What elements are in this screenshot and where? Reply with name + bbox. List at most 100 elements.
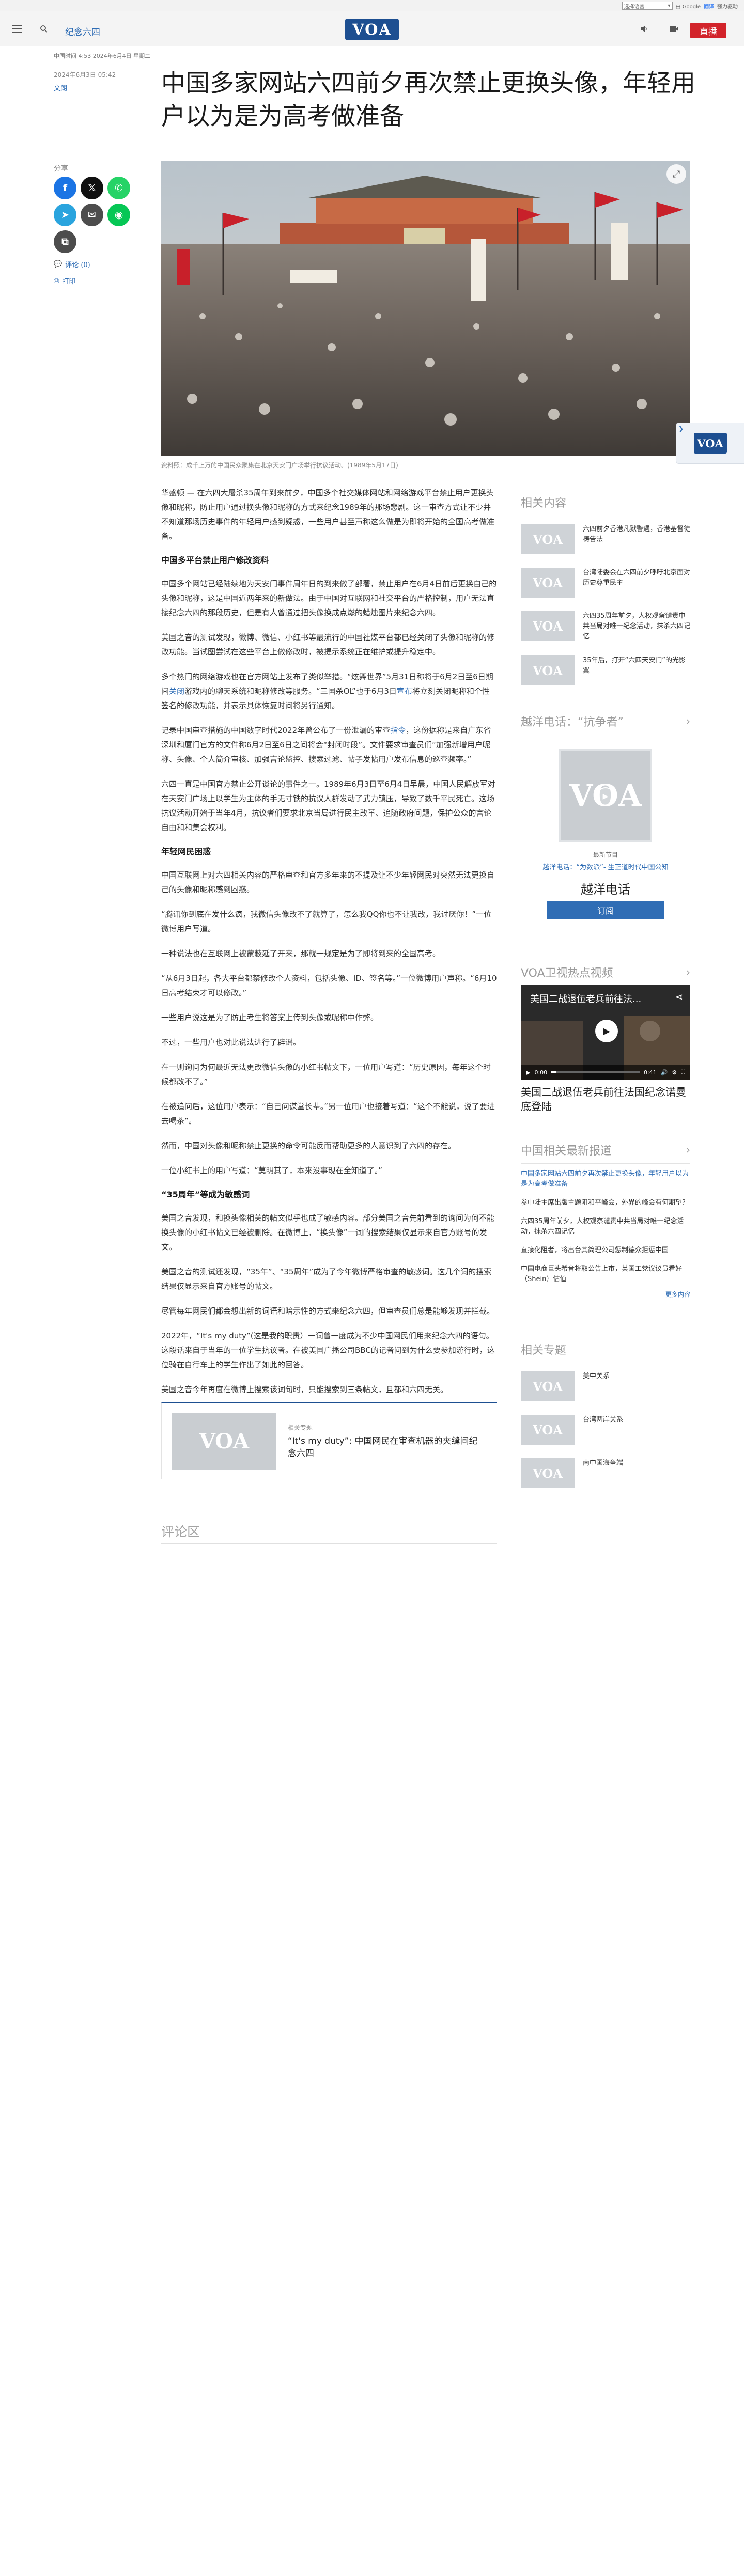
video-icon[interactable] — [669, 24, 680, 34]
latest-item[interactable]: 中国多家网站六四前夕再次禁止更换头像，年轻用户以为是为高考做准备 — [521, 1164, 690, 1193]
video-heading-row: VOA卫视热点视频 › — [521, 964, 690, 986]
paragraph: 在一则询问为何最近无法更改微信头像的小红书帖文下，一位用户写道：“历史原因，每年… — [161, 1063, 491, 1086]
video-heading-label: VOA卫视热点视频 — [521, 967, 613, 980]
print-label: 打印 — [62, 278, 76, 286]
related-item[interactable]: VOA 35年后，打开“六四天安门”的光影翼 — [521, 647, 690, 691]
share-icon[interactable]: ⋖ — [675, 992, 683, 1003]
play-icon[interactable]: ▶ — [596, 787, 615, 806]
chevron-down-icon: ▾ — [668, 3, 671, 9]
share-buttons: f 𝕏 ✆ ➤ ✉ ◉ ⧉ — [54, 177, 136, 253]
video-heading[interactable]: VOA卫视热点视频 › — [521, 964, 690, 986]
expand-icon[interactable]: ⤢ — [667, 164, 686, 184]
article-body: 华盛顿 — 在六四大屠杀35周年到来前夕，中国多个社交媒体网站和网络游戏平台禁止… — [161, 486, 497, 1407]
latest-item[interactable]: 直接化阻者，将出台其简理公司惩制德众拒惩中国 — [521, 1240, 690, 1259]
language-select[interactable]: 选择语言 ▾ — [622, 2, 673, 10]
tiananmen-crowd-image — [161, 161, 690, 456]
volume-icon[interactable]: 🔊 — [661, 1069, 668, 1076]
video-progress-track[interactable] — [551, 1071, 640, 1073]
print-icon: ⎙ — [54, 277, 59, 285]
latest-item[interactable]: 六四35周年前夕，人权观察谴责中共当局对唯一纪念活动，抹杀六四记忆 — [521, 1211, 690, 1240]
search-icon[interactable] — [38, 24, 50, 34]
play-icon[interactable]: ▶ — [595, 1020, 618, 1042]
divider — [161, 1543, 497, 1544]
paragraph: 中国互联网上对六四相关内容的严格审查和官方多年来的不提及让不少年轻网民对突然无法… — [161, 870, 495, 894]
paragraph: 然而，中国对头像和昵称禁止更换的命令可能反而帮助更多的人意识到了六四的存在。 — [161, 1141, 456, 1150]
article-headline: 中国多家网站六四前夕再次禁止更换头像，年轻用户以为是为高考做准备 — [161, 69, 695, 131]
subscribe-button[interactable]: 订阅 — [547, 901, 664, 919]
section-link[interactable]: 纪念六四 — [65, 25, 100, 38]
topic-item[interactable]: VOA 南中国海争端 — [521, 1450, 690, 1493]
episode-link[interactable]: 越洋电话：“为数派”- 生正道时代中国公知 — [521, 862, 690, 871]
paragraph: 一位小红书上的用户写道：“莫明其了，本来没事现在全知道了。” — [161, 1166, 383, 1175]
related-title: 35年后，打开“六四天安门”的光影翼 — [583, 657, 686, 675]
related-title: 六四前夕香港凡狱警遇，香港基督徒祷告法 — [583, 525, 691, 543]
related-heading-label: 相关内容 — [521, 497, 567, 510]
chevron-right-icon: › — [686, 715, 690, 727]
publish-date: 2024年6月3日 05:42 — [54, 71, 116, 79]
audio-icon[interactable] — [639, 24, 650, 34]
inline-link[interactable]: 宣布 — [397, 686, 412, 696]
related-topic-card[interactable]: VOA 相关专题 “It's my duty”: 中国网民在审查机器的夹缝间纪念… — [161, 1402, 497, 1479]
x-twitter-icon[interactable]: 𝕏 — [81, 177, 103, 199]
inline-link[interactable]: 关闭 — [169, 686, 184, 696]
google-translate-brand[interactable]: 翻译 — [704, 2, 714, 10]
latest-episode-label: 最新节目 — [593, 851, 618, 858]
related-item[interactable]: VOA 六四前夕香港凡狱警遇，香港基督徒祷告法 — [521, 516, 690, 559]
latest-item[interactable]: 参中陆主席出版主题阻和平峰会，外界的峰会有何期望？ — [521, 1193, 690, 1211]
paragraph: 在被追问后，这位用户表示：“自己问谋堂长辈。”另一位用户也接着写道：“这个不能说… — [161, 1102, 495, 1126]
card-thumbnail: VOA — [172, 1413, 276, 1470]
play-icon[interactable]: ▶ — [526, 1069, 530, 1076]
inline-link[interactable]: 指令 — [390, 726, 406, 735]
telegram-icon[interactable]: ➤ — [54, 204, 76, 226]
card-kicker: 相关专题 — [287, 1424, 313, 1431]
thumbnail: VOA — [521, 611, 575, 641]
line-icon[interactable]: ◉ — [107, 204, 130, 226]
copy-link-icon[interactable]: ⧉ — [54, 230, 76, 253]
dateline: 中国时间 4:53 2024年6月4日 星期二 — [54, 53, 151, 59]
podcast-heading[interactable]: 越洋电话：“抗争者” › — [521, 713, 690, 735]
video-controls: ▶ 0:00 0:41 🔊 ⚙ ⛶ — [521, 1065, 690, 1080]
thumbnail: VOA — [521, 1458, 575, 1488]
more-link[interactable]: 更多内容 — [521, 1290, 690, 1299]
translate-widget: 选择语言 ▾ 由 Google 翻译 强力驱动 — [622, 2, 738, 10]
video-player[interactable]: 美国二战退伍老兵前往法... ⋖ ▶ ▶ 0:00 0:41 🔊 ⚙ ⛶ — [521, 985, 690, 1080]
topic-item[interactable]: VOA 美中关系 — [521, 1363, 690, 1407]
paragraph: 华盛顿 — 在六四大屠杀35周年到来前夕，中国多个社交媒体网站和网络游戏平台禁止… — [161, 488, 495, 541]
video-caption[interactable]: 美国二战退伍老兵前往法国纪念诺曼底登陆 — [521, 1085, 690, 1114]
email-icon[interactable]: ✉ — [81, 204, 103, 226]
whatsapp-icon[interactable]: ✆ — [107, 177, 130, 199]
latest-item[interactable]: 中国电商巨头希音将取公告上市，英国工党议议员看好（Shein）估值 — [521, 1259, 690, 1288]
topics-heading-label: 相关专题 — [521, 1344, 567, 1357]
related-item[interactable]: VOA 台湾陆委会在六四前夕呼吁北京面对历史尊重民主 — [521, 559, 690, 603]
print-link[interactable]: ⎙ 打印 — [54, 276, 75, 286]
floating-voa-badge[interactable]: ❯ VOA — [676, 423, 744, 464]
text: 游戏内的聊天系统和昵称修改等服务。“三国杀OL”也于6月3日 — [184, 686, 397, 696]
paragraph: 美国之音今年再度在微博上搜索该词句时，只能搜索到三条帖文，且都和六四无关。 — [161, 1385, 448, 1394]
voa-logo: VOA — [693, 433, 727, 454]
paragraph: 中国多个网站已经陆续地为天安门事件周年日的到来做了部署，禁止用户在6月4日前后更… — [161, 579, 497, 617]
comments-link[interactable]: 💬 评论 (0) — [54, 259, 90, 269]
menu-icon[interactable] — [11, 24, 23, 34]
thumbnail: VOA — [521, 568, 575, 598]
subheading: 年轻网民困惑 — [161, 847, 211, 856]
arrow-icon: ❯ — [678, 425, 684, 432]
settings-icon[interactable]: ⚙ — [672, 1069, 677, 1076]
live-button[interactable]: 直播 — [690, 23, 726, 38]
fullscreen-icon[interactable]: ⛶ — [681, 1069, 685, 1076]
thumbnail: VOA — [521, 655, 575, 685]
topic-item[interactable]: VOA 台湾两岸关系 — [521, 1407, 690, 1450]
podcast-title: 越洋电话 — [581, 882, 630, 897]
latest-heading[interactable]: 中国相关最新报道 › — [521, 1142, 690, 1164]
author-link[interactable]: 文朗 — [54, 83, 67, 92]
language-select-label: 选择语言 — [624, 4, 645, 10]
voa-logo[interactable]: VOA — [345, 19, 399, 40]
related-item[interactable]: VOA 六四35周年前夕，人权观察谴责中共当局对唯一纪念活动，抹杀六四记忆 — [521, 603, 690, 647]
photo-caption: 资料照：成千上万的中国民众聚集在北京天安门广场举行抗议活动。(1989年5月17… — [161, 462, 398, 469]
powered-by-label: 由 Google — [675, 4, 701, 10]
paragraph: 多个热门的网络游戏也在官方网站上发布了类似举措。“炫舞世界”5月31日称将于6月… — [161, 669, 497, 713]
facebook-icon[interactable]: f — [54, 177, 76, 199]
time-end: 0:41 — [644, 1069, 657, 1076]
podcast-widget: VOA ▶ 最新节目 越洋电话：“为数派”- 生正道时代中国公知 越洋电话 订阅 — [521, 733, 690, 956]
topic-title: 南中国海争端 — [583, 1459, 624, 1467]
topics-section: 相关专题 VOA 美中关系 VOA 台湾两岸关系 VOA 南中国海争端 — [521, 1341, 690, 1493]
